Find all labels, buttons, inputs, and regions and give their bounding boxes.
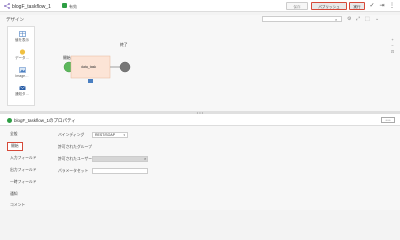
zoom-controls: + − ⊡	[390, 37, 395, 55]
palette-item-label: データ…	[15, 56, 29, 60]
tab-temp-fields[interactable]: 一時フィールド	[10, 180, 37, 185]
parameter-set-label: パラメータセット	[58, 169, 89, 173]
node-layer: 開始 data_task 終了	[38, 26, 396, 106]
collapse-icon[interactable]: ⤢	[356, 16, 360, 22]
run-button[interactable]: 実行	[349, 2, 365, 10]
allowed-users-input[interactable]	[92, 156, 148, 162]
asset-title: blogF_taskflow_1	[12, 3, 51, 10]
tab-start[interactable]: 開始	[7, 142, 23, 151]
data-task-icon	[19, 49, 25, 55]
allowed-users-label: 許可されたユーザー	[58, 157, 93, 161]
title-bar: blogF_taskflow_1 有効 保存 パブリッシュ 実行 ✓ ⇥ ⋮	[0, 0, 400, 12]
task-node-label: data_task	[81, 65, 97, 69]
chevron-down-icon[interactable]: ⌄	[375, 16, 379, 22]
more-menu-icon[interactable]: ⋮	[388, 2, 396, 10]
tab-notification[interactable]: 通知	[10, 192, 18, 197]
publish-button[interactable]: パブリッシュ	[311, 2, 347, 10]
design-search-input[interactable]	[262, 16, 342, 22]
notification-icon	[18, 85, 26, 90]
status-text: 有効	[69, 3, 77, 9]
taskflow-app-icon	[4, 3, 10, 9]
step-palette: 値を表示 データ… Image… 通知タ…	[7, 26, 43, 106]
image-icon	[18, 67, 26, 73]
palette-item[interactable]: 通知タ…	[10, 85, 34, 97]
start-properties-form: バインディング REST/SOAP ▾ 許可されたグループ 許可されたユーザー …	[54, 126, 394, 210]
task-badge-icon	[88, 79, 93, 83]
binding-value: REST/SOAP	[95, 133, 116, 137]
properties-panel: blogF_taskflow_1のプロパティ • • • 全般 開始 入力フィー…	[0, 114, 400, 210]
palette-item[interactable]: Image…	[10, 67, 34, 78]
start-node-label: 開始	[63, 56, 71, 60]
palette-item[interactable]: データ…	[10, 49, 34, 61]
tab-input-fields[interactable]: 入力フィールド	[10, 156, 37, 161]
taskflow-status-icon	[7, 117, 12, 123]
save-button[interactable]: 保存	[286, 2, 308, 10]
design-title: デザイン	[6, 17, 24, 22]
properties-tabs: 全般 開始 入力フィールド 出力フィールド 一時フィールド 通知 コメント	[0, 126, 50, 210]
fit-icon[interactable]: ⬚	[365, 16, 370, 22]
binding-select[interactable]: REST/SOAP ▾	[92, 132, 128, 138]
palette-item-label: 通知タ…	[15, 92, 29, 96]
valid-check-icon	[62, 3, 67, 8]
end-node[interactable]	[119, 61, 131, 73]
properties-title: blogF_taskflow_1のプロパティ	[14, 117, 76, 123]
clear-icon[interactable]: ×	[144, 156, 146, 161]
more-options-button[interactable]: • • •	[381, 117, 395, 123]
check-validity-icon[interactable]: ✓	[368, 2, 376, 10]
chevron-down-icon: ▾	[123, 133, 125, 137]
binding-label: バインディング	[58, 133, 85, 137]
fit-view-icon[interactable]: ⊡	[390, 49, 395, 55]
export-icon[interactable]: ⇥	[378, 2, 386, 10]
parameter-set-input[interactable]	[92, 168, 148, 174]
properties-header: blogF_taskflow_1のプロパティ • • •	[0, 114, 400, 126]
tab-comments[interactable]: コメント	[10, 203, 25, 208]
end-node-label: 終了	[120, 43, 128, 47]
design-panel: デザイン ⌕ ⚙ ⤢ ⬚ ⌄ 値を表示 データ… Image… 通知タ… 開始 …	[0, 15, 400, 111]
allowed-groups-label: 許可されたグループ	[58, 145, 92, 149]
palette-item-label: 値を表示	[15, 38, 29, 42]
search-icon[interactable]: ⌕	[335, 17, 337, 22]
settings-icon[interactable]: ⚙	[347, 16, 351, 22]
palette-item[interactable]: 値を表示	[10, 31, 34, 43]
palette-item-label: Image…	[15, 74, 29, 78]
tab-output-fields[interactable]: 出力フィールド	[10, 168, 37, 173]
tab-general[interactable]: 全般	[10, 132, 18, 137]
table-icon	[18, 31, 26, 37]
